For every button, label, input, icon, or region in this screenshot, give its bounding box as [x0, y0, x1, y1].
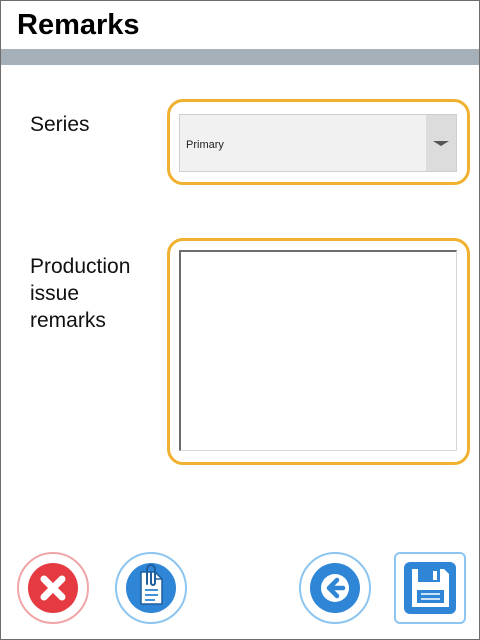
- cancel-button[interactable]: [17, 552, 89, 624]
- save-button[interactable]: [394, 552, 466, 624]
- remarks-textarea[interactable]: [179, 250, 457, 451]
- series-selected-value: Primary: [186, 139, 224, 151]
- close-icon: [28, 563, 78, 613]
- series-label: Series: [30, 113, 90, 136]
- series-dropdown-button[interactable]: [426, 115, 456, 171]
- header-divider: [1, 49, 479, 65]
- back-button[interactable]: [299, 552, 371, 624]
- floppy-disk-icon: [404, 562, 456, 614]
- attach-document-button[interactable]: [115, 552, 187, 624]
- remarks-label: Production issue remarks: [30, 255, 131, 332]
- paperclip-document-icon: [126, 563, 176, 613]
- page-title: Remarks: [17, 9, 140, 41]
- chevron-down-icon: [433, 141, 449, 146]
- arrow-left-icon: [310, 563, 360, 613]
- remarks-screen: Remarks Series Primary Production issue …: [0, 0, 480, 640]
- series-dropdown[interactable]: Primary: [179, 114, 457, 172]
